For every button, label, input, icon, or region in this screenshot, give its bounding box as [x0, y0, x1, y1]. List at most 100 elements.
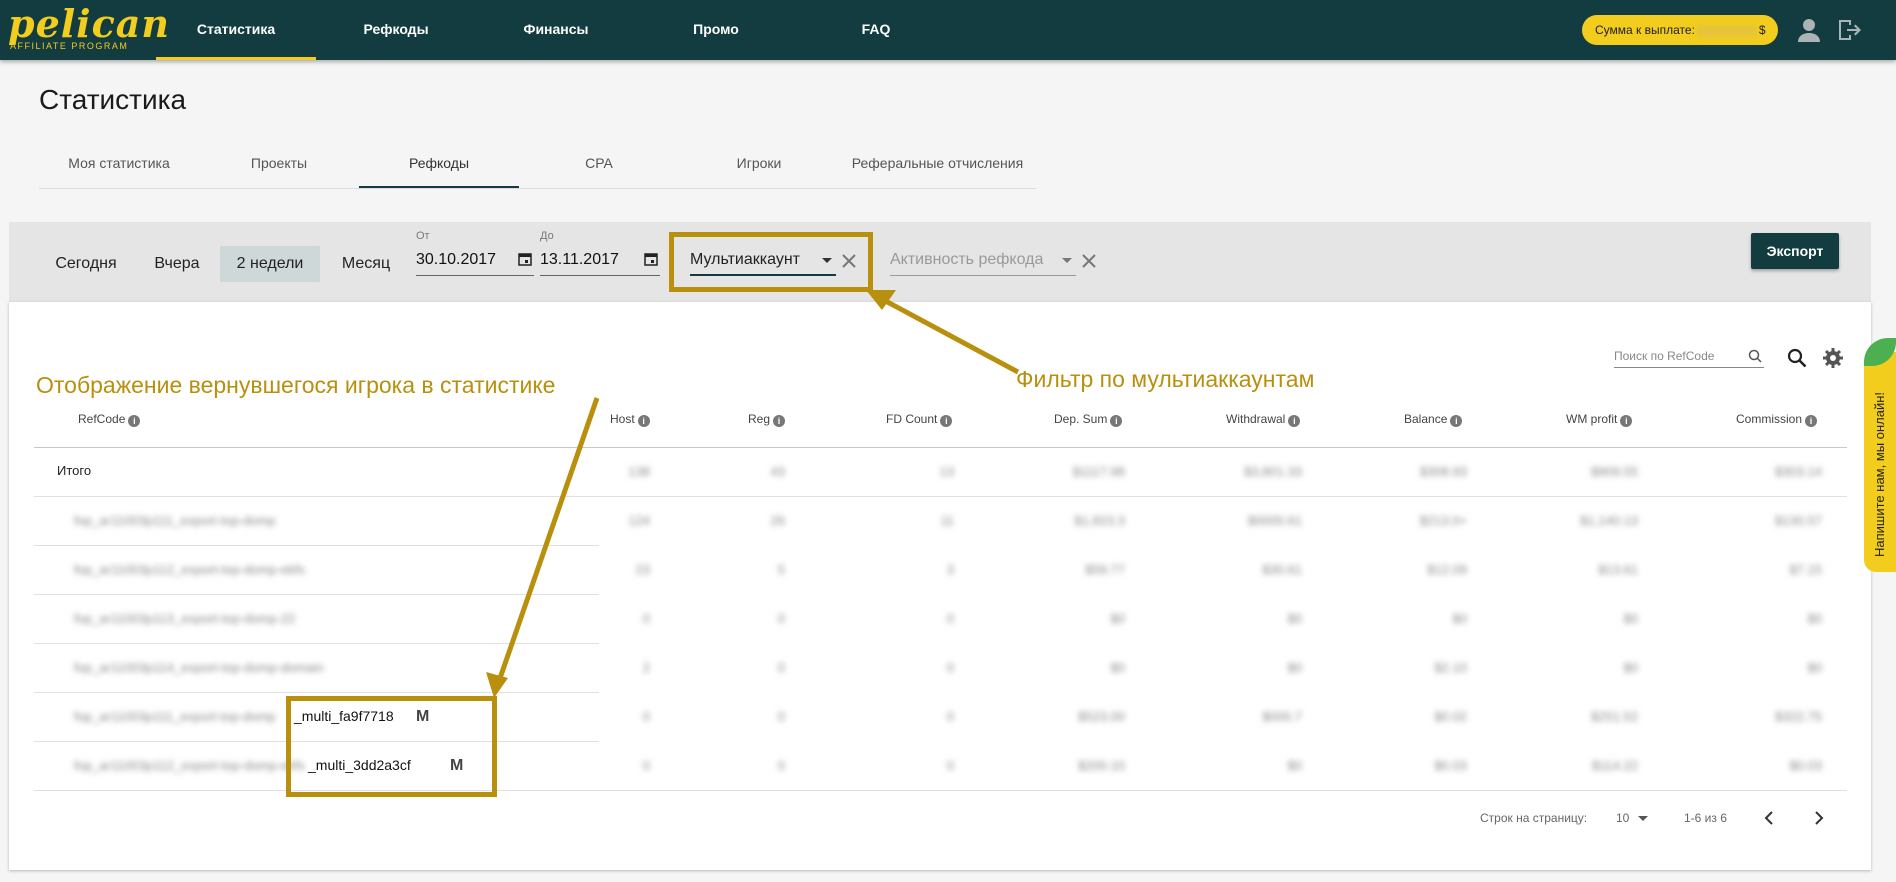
calendar-icon[interactable] [518, 252, 532, 266]
table-cell: $1,823.3 [1074, 513, 1125, 528]
table-cell: 0 [642, 758, 650, 773]
period-month[interactable]: Месяц [332, 246, 400, 282]
refcode-activity-select[interactable]: Активность рефкода [890, 248, 1076, 276]
col-label: FD Count [886, 412, 938, 426]
period-two-weeks[interactable]: 2 недели [220, 246, 320, 282]
payout-currency: $ [1758, 23, 1766, 37]
annotation-multiaccount-filter: Фильтр по мультиаккаунтам [1016, 366, 1315, 392]
nav-faq[interactable]: FAQ [796, 0, 956, 60]
payout-badge[interactable]: Сумма к выплате: $ [1582, 15, 1778, 45]
col-label: WM profit [1566, 412, 1618, 426]
col-header-dep-sum[interactable]: Dep. Sum i [1054, 412, 1123, 427]
col-header-balance[interactable]: Balance i [1404, 412, 1463, 427]
row-divider [34, 692, 599, 693]
total-cell: $1117.98 [1072, 464, 1125, 479]
table-cell: $59.77 [1085, 562, 1125, 577]
search-icon[interactable] [1786, 347, 1808, 369]
total-cell: $909.55 [1591, 464, 1638, 479]
chat-widget-label: Напишите нам, мы онлайн! [1872, 391, 1887, 557]
total-cell: $3,801.33 [1244, 464, 1302, 479]
table-cell: 0 [946, 660, 954, 675]
refcode-cell: fop_ar11003p111_export-top-domp [74, 513, 276, 528]
col-label: Withdrawal [1226, 412, 1286, 426]
gear-icon[interactable] [1822, 347, 1844, 369]
col-label: Commission [1736, 412, 1803, 426]
logo-wordmark: pelican [8, 1, 171, 46]
col-header-refcode[interactable]: RefCode i [78, 412, 141, 427]
table-cell: $130.57 [1775, 513, 1822, 528]
tab-referral-payouts[interactable]: Реферальные отчисления [839, 146, 1036, 188]
table-cell: $2.10 [1434, 660, 1467, 675]
table-cell: $251.52 [1591, 709, 1638, 724]
date-from-field[interactable]: 30.10.2017 [416, 248, 534, 276]
row-divider [34, 496, 1847, 497]
refcode-search-input[interactable]: Поиск по RefCode [1614, 346, 1764, 368]
chevron-down-icon [1062, 258, 1072, 263]
total-row-label: Итого [57, 463, 92, 478]
table-cell: 26 [770, 513, 785, 528]
table-cell: 0 [777, 709, 785, 724]
table-cell: $0.03 [1434, 758, 1467, 773]
tab-projects[interactable]: Проекты [199, 146, 359, 188]
date-to-label: До [540, 230, 554, 242]
nav-refcodes[interactable]: Рефкоды [316, 0, 476, 60]
tab-refcodes[interactable]: Рефкоды [359, 146, 519, 188]
table-cell: $213.0+ [1419, 513, 1467, 528]
col-label: Reg [748, 412, 771, 426]
table-cell: 11 [940, 513, 955, 528]
chevron-right-icon[interactable] [1810, 810, 1826, 826]
table-cell: $30.61 [1262, 562, 1302, 577]
period-today[interactable]: Сегодня [44, 246, 128, 282]
rows-per-page-select[interactable]: 10 [1616, 811, 1652, 825]
date-from-value: 30.10.2017 [416, 251, 497, 268]
page-title: Статистика [39, 84, 187, 115]
table-cell: $0 [1807, 660, 1822, 675]
refcode-activity-placeholder: Активность рефкода [890, 251, 1044, 268]
clear-activity-icon[interactable] [1080, 252, 1098, 270]
user-icon[interactable] [1795, 16, 1823, 44]
rows-per-page-label: Строк на страницу: [1480, 811, 1588, 825]
table-cell: $114.22 [1591, 758, 1638, 773]
total-cell: $303.14 [1775, 464, 1822, 479]
col-header-host[interactable]: Host i [610, 412, 650, 427]
refcode-search-placeholder: Поиск по RefCode [1614, 349, 1715, 363]
info-icon: i [1288, 415, 1301, 427]
table-cell: $0 [1110, 660, 1125, 675]
tab-cpa[interactable]: CPA [519, 146, 679, 188]
info-icon: i [940, 415, 953, 427]
total-cell: 13 [939, 464, 954, 479]
period-yesterday[interactable]: Вчера [142, 246, 212, 282]
info-icon: i [1805, 415, 1818, 427]
col-header-fd-count[interactable]: FD Count i [886, 412, 953, 427]
rows-per-page-value: 10 [1616, 811, 1630, 825]
table-cell: 3 [946, 562, 954, 577]
table-cell: 23 [635, 562, 650, 577]
total-cell: 43 [770, 464, 785, 479]
table-cell: $0 [1287, 758, 1302, 773]
table-cell: $0000.61 [1247, 513, 1302, 528]
calendar-icon[interactable] [644, 252, 658, 266]
table-cell: $12.09 [1427, 562, 1467, 577]
col-label: RefCode [78, 412, 126, 426]
header-divider [34, 447, 1847, 448]
search-icon [1748, 349, 1762, 363]
page-range: 1-6 из 6 [1684, 811, 1727, 825]
tab-my-stats[interactable]: Моя статистика [39, 146, 199, 188]
col-header-commission[interactable]: Commission i [1736, 412, 1818, 427]
date-to-field[interactable]: 13.11.2017 [540, 248, 660, 276]
nav-statistics[interactable]: Статистика [156, 0, 316, 60]
table-cell: $0.02 [1434, 709, 1467, 724]
pelican-logo[interactable]: pelican AFFILIATE PROGRAM [8, 4, 169, 54]
chat-widget[interactable]: Напишите нам, мы онлайн! [1864, 338, 1896, 572]
col-header-reg[interactable]: Reg i [748, 412, 786, 427]
logout-icon[interactable] [1835, 16, 1863, 44]
col-header-withdrawal[interactable]: Withdrawal i [1226, 412, 1301, 427]
chevron-left-icon[interactable] [1762, 810, 1778, 826]
export-button[interactable]: Экспорт [1751, 233, 1839, 269]
row-divider [34, 643, 599, 644]
nav-promo[interactable]: Промо [636, 0, 796, 60]
payout-label: Сумма к выплате: [1595, 23, 1695, 37]
nav-finance[interactable]: Финансы [476, 0, 636, 60]
col-header-wm-profit[interactable]: WM profit i [1566, 412, 1633, 427]
tab-players[interactable]: Игроки [679, 146, 839, 188]
